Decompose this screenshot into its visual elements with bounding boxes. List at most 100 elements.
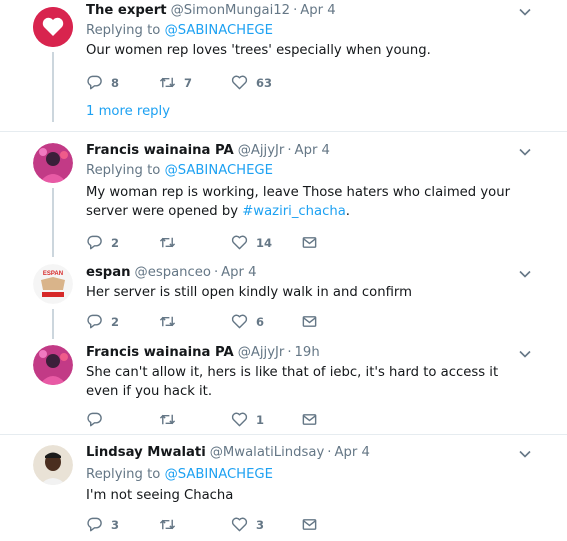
replying-to-user-link[interactable]: @SABINACHEGE xyxy=(165,467,273,482)
display-name[interactable]: Francis wainaina PA xyxy=(86,345,234,360)
retweet-button[interactable] xyxy=(159,313,176,330)
display-name[interactable]: The expert xyxy=(86,3,167,18)
avatar[interactable] xyxy=(33,7,73,47)
chevron-down-icon[interactable] xyxy=(518,5,532,19)
avatar[interactable] xyxy=(33,143,73,183)
replying-to-user-link[interactable]: @SABINACHEGE xyxy=(165,23,273,38)
heart-icon xyxy=(231,517,248,532)
like-count: 3 xyxy=(256,517,265,532)
user-handle[interactable]: @espanceo xyxy=(135,265,211,280)
tweet-text: I'm not seeing Chacha xyxy=(86,488,234,503)
like-button[interactable]: 63 xyxy=(231,74,272,91)
reply-icon xyxy=(87,314,102,329)
tweet-francis-1[interactable]: Francis wainaina PA @AjjyJr · Apr 4 Repl… xyxy=(0,132,567,257)
profile-photo-icon xyxy=(33,445,73,485)
avatar[interactable]: ESPAN xyxy=(33,264,73,304)
profile-photo-icon xyxy=(33,143,73,183)
reply-count: 3 xyxy=(111,517,120,532)
timestamp[interactable]: Apr 4 xyxy=(295,143,330,158)
tweet-text: Her server is still open kindly walk in … xyxy=(86,285,412,300)
tweet-header: Lindsay Mwalati @MwalatiLindsay · Apr 4 xyxy=(86,445,370,460)
espan-logo: ESPAN xyxy=(33,264,73,304)
heart-icon xyxy=(231,412,248,427)
direct-message-button[interactable] xyxy=(301,234,318,251)
separator-dot: · xyxy=(213,265,219,280)
reply-button[interactable]: 2 xyxy=(86,234,119,251)
separator-dot: · xyxy=(287,345,292,360)
replying-to: Replying to @SABINACHEGE xyxy=(86,23,273,38)
like-button[interactable]: 6 xyxy=(231,313,264,330)
tweet-actions: 1 xyxy=(86,411,506,429)
thread-line xyxy=(52,188,54,257)
chevron-down-icon[interactable] xyxy=(518,447,532,461)
like-count: 1 xyxy=(256,412,265,427)
tweet-header: Francis wainaina PA @AjjyJr · Apr 4 xyxy=(86,143,330,158)
tweet-header: The expert @SimonMungai12 · Apr 4 xyxy=(86,3,336,18)
chevron-down-icon[interactable] xyxy=(518,267,532,281)
reply-button[interactable]: 3 xyxy=(86,516,119,533)
direct-message-icon xyxy=(302,316,317,327)
thread-line xyxy=(52,309,54,339)
user-handle[interactable]: @MwalatiLindsay xyxy=(210,445,325,460)
direct-message-icon xyxy=(302,414,317,425)
retweet-count: 7 xyxy=(184,75,193,90)
user-handle[interactable]: @SimonMungai12 xyxy=(171,3,291,18)
retweet-button[interactable]: 7 xyxy=(159,74,192,91)
display-name[interactable]: Lindsay Mwalati xyxy=(86,445,206,460)
reply-count: 8 xyxy=(111,75,120,90)
direct-message-button[interactable] xyxy=(301,313,318,330)
tweet-the-expert[interactable]: The expert @SimonMungai12 · Apr 4 Replyi… xyxy=(0,0,567,128)
hashtag-link[interactable]: #waziri_chacha xyxy=(242,204,346,219)
tweet-text: My woman rep is working, leave Those hat… xyxy=(86,183,541,221)
like-button[interactable]: 1 xyxy=(231,411,264,428)
separator-dot: · xyxy=(287,143,292,158)
user-handle[interactable]: @AjjyJr xyxy=(238,143,285,158)
like-count: 6 xyxy=(256,314,265,329)
chevron-down-icon[interactable] xyxy=(518,347,532,361)
tweet-actions: 3 3 xyxy=(86,516,506,534)
timestamp[interactable]: Apr 4 xyxy=(334,445,369,460)
direct-message-icon xyxy=(302,519,317,530)
timestamp[interactable]: 19h xyxy=(295,345,320,360)
heart-icon xyxy=(231,314,248,329)
direct-message-button[interactable] xyxy=(301,411,318,428)
replying-to-user-link[interactable]: @SABINACHEGE xyxy=(165,163,273,178)
like-button[interactable]: 14 xyxy=(231,234,272,251)
reply-button[interactable]: 2 xyxy=(86,313,119,330)
reply-button[interactable]: 8 xyxy=(86,74,119,91)
thread-line xyxy=(52,52,54,122)
retweet-button[interactable] xyxy=(159,411,176,428)
tweet-header: espan @espanceo · Apr 4 xyxy=(86,265,257,280)
heart-icon xyxy=(231,235,248,250)
timestamp[interactable]: Apr 4 xyxy=(221,265,256,280)
like-count: 14 xyxy=(256,235,273,250)
tweet-espan[interactable]: ESPAN espan @espanceo · Apr 4 Her server… xyxy=(0,257,567,339)
reply-button[interactable] xyxy=(86,411,103,428)
like-button[interactable]: 3 xyxy=(231,516,264,533)
reply-icon xyxy=(87,235,102,250)
tweet-actions: 2 6 xyxy=(86,313,506,331)
user-handle[interactable]: @AjjyJr xyxy=(238,345,285,360)
display-name[interactable]: Francis wainaina PA xyxy=(86,143,234,158)
timestamp[interactable]: Apr 4 xyxy=(300,3,335,18)
tweet-lindsay[interactable]: Lindsay Mwalati @MwalatiLindsay · Apr 4 … xyxy=(0,435,567,541)
retweet-icon xyxy=(159,237,176,248)
retweet-button[interactable] xyxy=(159,234,176,251)
retweet-icon xyxy=(159,519,176,530)
reply-count: 2 xyxy=(111,235,120,250)
avatar[interactable] xyxy=(33,445,73,485)
retweet-icon xyxy=(159,316,176,327)
direct-message-icon xyxy=(302,237,317,248)
direct-message-button[interactable] xyxy=(301,516,318,533)
chevron-down-icon[interactable] xyxy=(518,145,532,159)
display-name[interactable]: espan xyxy=(86,265,131,280)
tweet-text: She can't allow it, hers is like that of… xyxy=(86,365,499,399)
heart-icon xyxy=(231,75,248,90)
avatar[interactable] xyxy=(33,345,73,385)
tweet-text: Our women rep loves 'trees' especially w… xyxy=(86,43,431,58)
tweet-francis-2[interactable]: Francis wainaina PA @AjjyJr · 19h She ca… xyxy=(0,339,567,431)
more-reply-link[interactable]: 1 more reply xyxy=(86,104,170,119)
tweet-actions: 2 14 xyxy=(86,234,506,252)
retweet-button[interactable] xyxy=(159,516,176,533)
reply-icon xyxy=(87,75,102,90)
